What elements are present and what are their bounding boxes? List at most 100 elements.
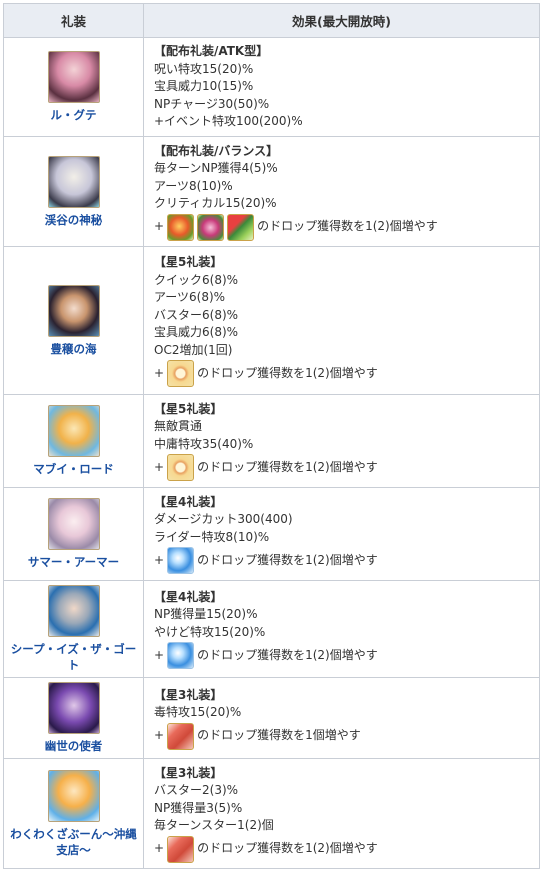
- effect-line: 毎ターンNP獲得4(5)%: [154, 161, 278, 175]
- ring-material-icon[interactable]: [167, 360, 195, 387]
- drop-bonus-row: + のドロップ獲得数を1(2)個増やす: [154, 835, 539, 863]
- ce-name-cell: わくわくざぶーん〜沖縄支店〜: [3, 758, 144, 869]
- header-effect: 効果(最大開放時): [143, 3, 540, 38]
- plus-sign: +: [154, 553, 165, 567]
- table-row: マブイ・ロード 【星5礼装】 無敵貫通 中庸特攻35(40)% + のドロップ獲…: [3, 394, 540, 488]
- ce-name-link[interactable]: 幽世の使者: [6, 738, 141, 754]
- table-row: シープ・イズ・ザ・ゴート 【星4礼装】 NP獲得量15(20)% やけど特攻15…: [3, 580, 540, 678]
- drop-bonus-row: + のドロップ獲得数を1(2)個増やす: [154, 547, 539, 575]
- ce-name-link[interactable]: シープ・イズ・ザ・ゴート: [6, 641, 141, 673]
- ce-type: 【星5礼装】: [154, 255, 223, 269]
- ce-name-cell: 渓谷の神秘: [3, 136, 144, 247]
- ce-name-cell: シープ・イズ・ザ・ゴート: [3, 580, 144, 678]
- drop-bonus-text: のドロップ獲得数を1(2)個増やす: [257, 219, 438, 234]
- orb-material-icon[interactable]: [167, 642, 195, 670]
- drop-bonus-text: のドロップ獲得数を1個増やす: [197, 728, 361, 743]
- ce-effect-cell: 【星5礼装】 クイック6(8)% アーツ6(8)% バスター6(8)% 宝具威力…: [143, 246, 540, 395]
- plus-sign: +: [154, 728, 165, 743]
- ce-portrait[interactable]: [47, 284, 100, 337]
- ce-effect-cell: 【配布礼装/ATK型】 呪い特攻15(20)% 宝具威力10(15)% NPチャ…: [143, 37, 540, 137]
- ce-name-cell: ル・グテ: [3, 37, 144, 137]
- plus-sign: +: [154, 841, 165, 856]
- effect-line: NP獲得量3(5)%: [154, 800, 243, 815]
- ce-name-link[interactable]: サマー・アーマー: [6, 554, 141, 570]
- effect-line: 無敵貫通: [154, 419, 203, 434]
- ce-effect-cell: 【星5礼装】 無敵貫通 中庸特攻35(40)% + のドロップ獲得数を1(2)個…: [143, 394, 540, 488]
- plus-sign: +: [154, 219, 165, 234]
- effect-line: ダメージカット300(400): [154, 512, 293, 527]
- drop-bonus-row: + のドロップ獲得数を1(2)個増やす: [154, 360, 539, 387]
- effect-line: アーツ6(8)%: [154, 290, 226, 304]
- ce-name-link[interactable]: ル・グテ: [6, 107, 141, 123]
- ce-effect-cell: 【星3礼装】 バスター2(3)% NP獲得量3(5)% 毎ターンスター1(2)個…: [143, 758, 540, 869]
- ring-material-icon[interactable]: [167, 454, 195, 482]
- effect-line: アーツ8(10)%: [154, 178, 233, 193]
- ce-type: 【星4礼装】: [154, 589, 223, 604]
- ce-type: 【星3礼装】: [154, 687, 223, 702]
- drop-bonus-text: のドロップ獲得数を1(2)個増やす: [197, 841, 378, 856]
- effect-line: 宝具威力6(8)%: [154, 325, 239, 339]
- ce-portrait[interactable]: [47, 405, 100, 457]
- plus-sign: +: [154, 648, 165, 662]
- ce-type: 【配布礼装/バランス】: [154, 143, 279, 158]
- table-row: わくわくざぶーん〜沖縄支店〜 【星3礼装】 バスター2(3)% NP獲得量3(5…: [3, 758, 540, 869]
- ce-portrait[interactable]: [47, 51, 100, 103]
- ce-portrait[interactable]: [47, 498, 100, 550]
- table-header-row: 礼装 効果(最大開放時): [3, 3, 540, 38]
- effect-line: やけど特攻15(20)%: [154, 624, 266, 639]
- ce-type: 【星4礼装】: [154, 494, 223, 509]
- ce-name-cell: マブイ・ロード: [3, 394, 144, 488]
- effect-line: 毎ターンスター1(2)個: [154, 818, 274, 832]
- drop-bonus-row: + のドロップ獲得数を1個増やす: [154, 722, 539, 750]
- ce-portrait[interactable]: [47, 155, 100, 208]
- effect-line: クイック6(8)%: [154, 272, 239, 287]
- header-ce: 礼装: [3, 3, 144, 38]
- ce-effect-cell: 【配布礼装/バランス】 毎ターンNP獲得4(5)% アーツ8(10)% クリティ…: [143, 136, 540, 247]
- berry-material-icon[interactable]: [197, 213, 225, 241]
- table-row: ル・グテ 【配布礼装/ATK型】 呪い特攻15(20)% 宝具威力10(15)%…: [3, 37, 540, 137]
- drop-bonus-row: + のドロップ獲得数を1(2)個増やす: [154, 213, 539, 241]
- ce-effect-cell: 【星4礼装】 NP獲得量15(20)% やけど特攻15(20)% + のドロップ…: [143, 580, 540, 678]
- ember-material-icon[interactable]: [167, 722, 195, 750]
- drop-bonus-row: + のドロップ獲得数を1(2)個増やす: [154, 454, 539, 482]
- drop-bonus-text: のドロップ獲得数を1(2)個増やす: [197, 460, 378, 474]
- table-row: サマー・アーマー 【星4礼装】 ダメージカット300(400) ライダー特攻8(…: [3, 487, 540, 581]
- drop-bonus-text: のドロップ獲得数を1(2)個増やす: [197, 648, 378, 662]
- tomato-material-icon[interactable]: [167, 213, 195, 241]
- effect-line: NP獲得量15(20)%: [154, 607, 258, 622]
- ce-name-link[interactable]: マブイ・ロード: [6, 461, 141, 477]
- table-row: 渓谷の神秘 【配布礼装/バランス】 毎ターンNP獲得4(5)% アーツ8(10)…: [3, 136, 540, 247]
- effect-line: 呪い特攻15(20)%: [154, 61, 254, 76]
- ce-portrait[interactable]: [47, 585, 100, 637]
- ce-portrait[interactable]: [47, 769, 100, 822]
- drop-bonus-text: のドロップ獲得数を1(2)個増やす: [197, 553, 378, 567]
- effect-line: OC2増加(1回): [154, 342, 233, 357]
- ce-name-cell: 幽世の使者: [3, 677, 144, 759]
- ce-portrait[interactable]: [47, 682, 100, 734]
- ce-name-link[interactable]: わくわくざぶーん〜沖縄支店〜: [6, 826, 141, 858]
- craft-essence-table: 礼装 効果(最大開放時) ル・グテ 【配布礼装/ATK型】 呪い特攻15(20)…: [3, 3, 540, 869]
- effect-line: 毒特攻15(20)%: [154, 705, 242, 719]
- ce-name-link[interactable]: 豊穣の海: [6, 341, 141, 357]
- ce-effect-cell: 【星4礼装】 ダメージカット300(400) ライダー特攻8(10)% + のド…: [143, 487, 540, 581]
- ce-type: 【星5礼装】: [154, 401, 223, 416]
- ce-type: 【配布礼装/ATK型】: [154, 44, 269, 59]
- plus-sign: +: [154, 365, 165, 380]
- ce-type: 【星3礼装】: [154, 765, 223, 780]
- ce-name-cell: 豊穣の海: [3, 246, 144, 395]
- effect-line: +イベント特攻100(200)%: [154, 114, 303, 129]
- effect-line: クリティカル15(20)%: [154, 196, 277, 210]
- effect-line: 宝具威力10(15)%: [154, 79, 254, 94]
- drop-bonus-text: のドロップ獲得数を1(2)個増やす: [197, 365, 378, 380]
- vegetable-material-icon[interactable]: [227, 213, 255, 241]
- drop-bonus-row: + のドロップ獲得数を1(2)個増やす: [154, 642, 539, 670]
- effect-line: 中庸特攻35(40)%: [154, 436, 254, 451]
- table-row: 豊穣の海 【星5礼装】 クイック6(8)% アーツ6(8)% バスター6(8)%…: [3, 246, 540, 395]
- ember-material-icon[interactable]: [167, 835, 195, 863]
- effect-line: バスター2(3)%: [154, 783, 239, 797]
- effect-line: バスター6(8)%: [154, 307, 239, 322]
- ce-name-cell: サマー・アーマー: [3, 487, 144, 581]
- ce-name-link[interactable]: 渓谷の神秘: [6, 212, 141, 228]
- effect-line: ライダー特攻8(10)%: [154, 529, 270, 544]
- orb-material-icon[interactable]: [167, 547, 195, 575]
